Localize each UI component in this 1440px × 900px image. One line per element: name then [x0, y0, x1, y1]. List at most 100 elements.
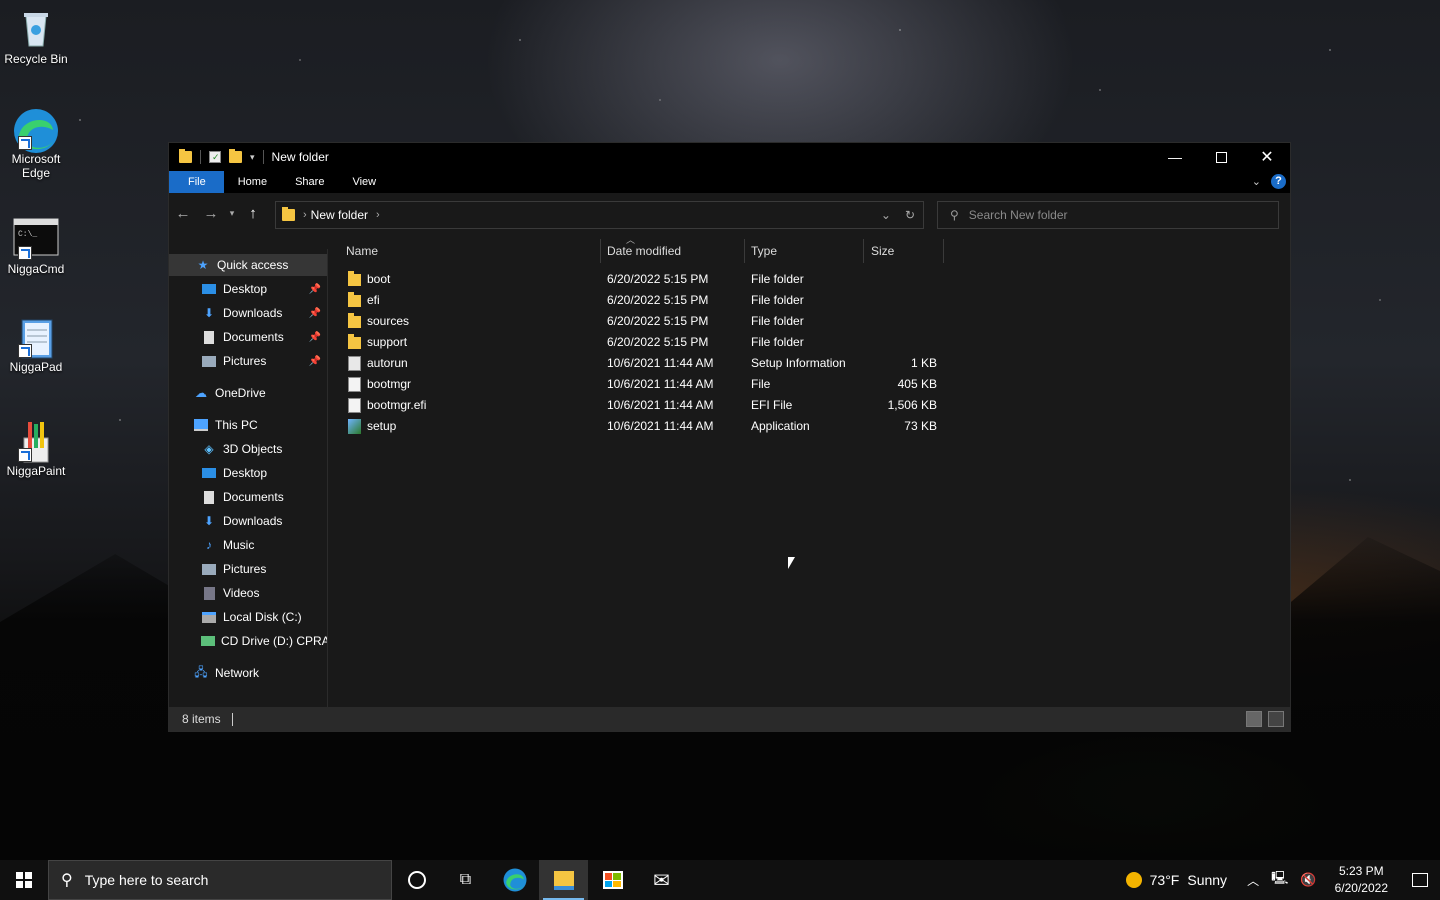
window-title: New folder — [271, 150, 329, 164]
cortana-circle-icon — [407, 871, 426, 889]
volume-muted-icon[interactable]: 🔇 — [1294, 872, 1322, 888]
title-bar[interactable]: ✓ ▾ New folder — ✕ — [169, 143, 1290, 171]
column-resize-handle[interactable] — [943, 239, 944, 263]
breadcrumb-separator-icon[interactable]: › — [303, 209, 307, 221]
navigation-pane[interactable]: ★ Quick access Desktop 📌 ⬇ Downloads 📌 D… — [169, 249, 328, 709]
taskbar-edge-button[interactable] — [490, 860, 539, 900]
nav-item-cd-drive-d[interactable]: CD Drive (D:) CPRA — [169, 630, 327, 652]
column-header-type[interactable]: Type — [751, 239, 861, 263]
nav-label: Pictures — [223, 354, 267, 368]
taskbar-store-button[interactable] — [588, 860, 637, 900]
pin-icon[interactable]: 📌 — [309, 284, 321, 295]
close-icon: ✕ — [1260, 149, 1274, 166]
nav-item-documents-quick[interactable]: Documents 📌 — [169, 326, 327, 348]
task-view-button[interactable]: ⧉ — [441, 860, 490, 900]
nav-item-music[interactable]: ♪ Music — [169, 534, 327, 556]
tab-view[interactable]: View — [338, 171, 390, 193]
table-row[interactable]: sources 6/20/2022 5:15 PM File folder — [340, 311, 946, 332]
search-icon: ⚲ — [61, 872, 73, 889]
column-resize-handle[interactable] — [600, 239, 601, 263]
address-bar[interactable]: › New folder › ⌄ ↻ — [275, 201, 924, 229]
customize-toolbar-chevron-icon[interactable]: ▾ — [250, 152, 255, 163]
taskbar-search-box[interactable]: ⚲ Type here to search — [48, 860, 392, 900]
nav-item-downloads-quick[interactable]: ⬇ Downloads 📌 — [169, 302, 327, 324]
tab-share[interactable]: Share — [281, 171, 338, 193]
table-row[interactable]: autorun 10/6/2021 11:44 AM Setup Informa… — [340, 353, 946, 374]
pin-icon[interactable]: 📌 — [309, 356, 321, 367]
file-type: File folder — [751, 314, 804, 328]
table-row[interactable]: efi 6/20/2022 5:15 PM File folder — [340, 290, 946, 311]
column-resize-handle[interactable] — [744, 239, 745, 263]
forward-arrow-icon[interactable]: → — [197, 205, 225, 222]
column-header-size[interactable]: Size — [871, 239, 941, 263]
breadcrumb-chevron-icon[interactable]: › — [376, 209, 380, 221]
desktop-icon-niggapaint[interactable]: NiggaPaint — [0, 420, 72, 478]
file-list[interactable]: ︿ Name Date modified Type Size boot 6/20… — [328, 233, 1290, 709]
film-icon — [201, 586, 217, 600]
nav-label: Pictures — [223, 562, 267, 576]
help-icon[interactable]: ? — [1271, 174, 1286, 189]
nav-item-3d-objects[interactable]: ◈ 3D Objects — [169, 438, 327, 460]
table-row[interactable]: bootmgr.efi 10/6/2021 11:44 AM EFI File … — [340, 395, 946, 416]
action-center-button[interactable] — [1400, 860, 1440, 900]
search-box[interactable]: ⚲ Search New folder — [937, 201, 1279, 229]
file-size — [871, 269, 937, 290]
file-explorer-window[interactable]: ✓ ▾ New folder — ✕ File Home Share View … — [168, 142, 1291, 732]
desktop-icon-niggapad[interactable]: NiggaPad — [0, 316, 72, 374]
nav-item-videos[interactable]: Videos — [169, 582, 327, 604]
nav-item-this-pc[interactable]: This PC — [169, 414, 327, 436]
taskbar-file-explorer-button[interactable] — [539, 860, 588, 900]
desktop-icon-edge[interactable]: Microsoft Edge — [0, 108, 72, 180]
file-explorer-icon — [553, 870, 574, 890]
nav-item-network[interactable]: 🖧 Network — [169, 662, 327, 684]
weather-widget[interactable]: 73°F Sunny — [1125, 872, 1241, 888]
taskbar-mail-button[interactable]: ✉ — [637, 860, 686, 900]
show-hidden-icons-chevron-icon[interactable]: ︿ — [1241, 872, 1265, 889]
clock[interactable]: 5:23 PM 6/20/2022 — [1323, 863, 1400, 897]
start-button[interactable] — [0, 860, 48, 900]
table-row[interactable]: setup 10/6/2021 11:44 AM Application 73 … — [340, 416, 946, 437]
network-status-icon[interactable]: 🖳 — [1265, 869, 1294, 891]
weather-condition: Sunny — [1187, 872, 1228, 888]
desktop-icon-niggacmd[interactable]: C:\_ NiggaCmd — [0, 218, 72, 276]
nav-item-onedrive[interactable]: ☁ OneDrive — [169, 382, 327, 404]
pin-icon[interactable]: 📌 — [309, 308, 321, 319]
breadcrumb-new-folder[interactable]: New folder — [311, 208, 368, 222]
pin-icon[interactable]: 📌 — [309, 332, 321, 343]
tab-file[interactable]: File — [169, 171, 224, 193]
minimize-button[interactable]: — — [1152, 143, 1198, 171]
refresh-icon[interactable]: ↻ — [905, 208, 915, 222]
file-icon — [348, 398, 361, 413]
expand-ribbon-chevron-icon[interactable]: ⌄ — [1252, 175, 1261, 188]
back-arrow-icon[interactable]: ← — [169, 205, 197, 222]
properties-icon[interactable]: ✓ — [209, 151, 221, 163]
desktop-icon-recycle-bin[interactable]: Recycle Bin — [0, 8, 72, 66]
cortana-button[interactable] — [392, 860, 441, 900]
new-folder-icon[interactable] — [229, 149, 242, 163]
details-view-icon[interactable] — [1246, 711, 1262, 727]
maximize-button[interactable] — [1198, 143, 1244, 171]
nav-item-local-disk-c[interactable]: Local Disk (C:) — [169, 606, 327, 628]
tab-home[interactable]: Home — [224, 171, 281, 193]
address-history-chevron-icon[interactable]: ⌄ — [881, 208, 891, 222]
recent-locations-chevron-icon[interactable]: ▾ — [225, 208, 239, 219]
close-button[interactable]: ✕ — [1244, 143, 1290, 171]
table-row[interactable]: boot 6/20/2022 5:15 PM File folder — [340, 269, 946, 290]
search-input[interactable]: Search New folder — [969, 208, 1068, 222]
table-row[interactable]: bootmgr 10/6/2021 11:44 AM File 405 KB — [340, 374, 946, 395]
folder-icon — [348, 334, 361, 349]
up-arrow-icon[interactable]: ↑ — [239, 205, 267, 222]
table-row[interactable]: support 6/20/2022 5:15 PM File folder — [340, 332, 946, 353]
nav-item-documents[interactable]: Documents — [169, 486, 327, 508]
taskbar-search-input[interactable]: Type here to search — [85, 872, 209, 888]
nav-item-desktop-quick[interactable]: Desktop 📌 — [169, 278, 327, 300]
nav-item-pictures[interactable]: Pictures — [169, 558, 327, 580]
column-resize-handle[interactable] — [863, 239, 864, 263]
nav-item-quick-access[interactable]: ★ Quick access — [169, 254, 327, 276]
column-header-name[interactable]: Name — [346, 239, 598, 263]
column-header-date[interactable]: Date modified — [607, 239, 745, 263]
nav-item-desktop[interactable]: Desktop — [169, 462, 327, 484]
nav-item-pictures-quick[interactable]: Pictures 📌 — [169, 350, 327, 372]
nav-item-downloads[interactable]: ⬇ Downloads — [169, 510, 327, 532]
large-icons-view-icon[interactable] — [1268, 711, 1284, 727]
